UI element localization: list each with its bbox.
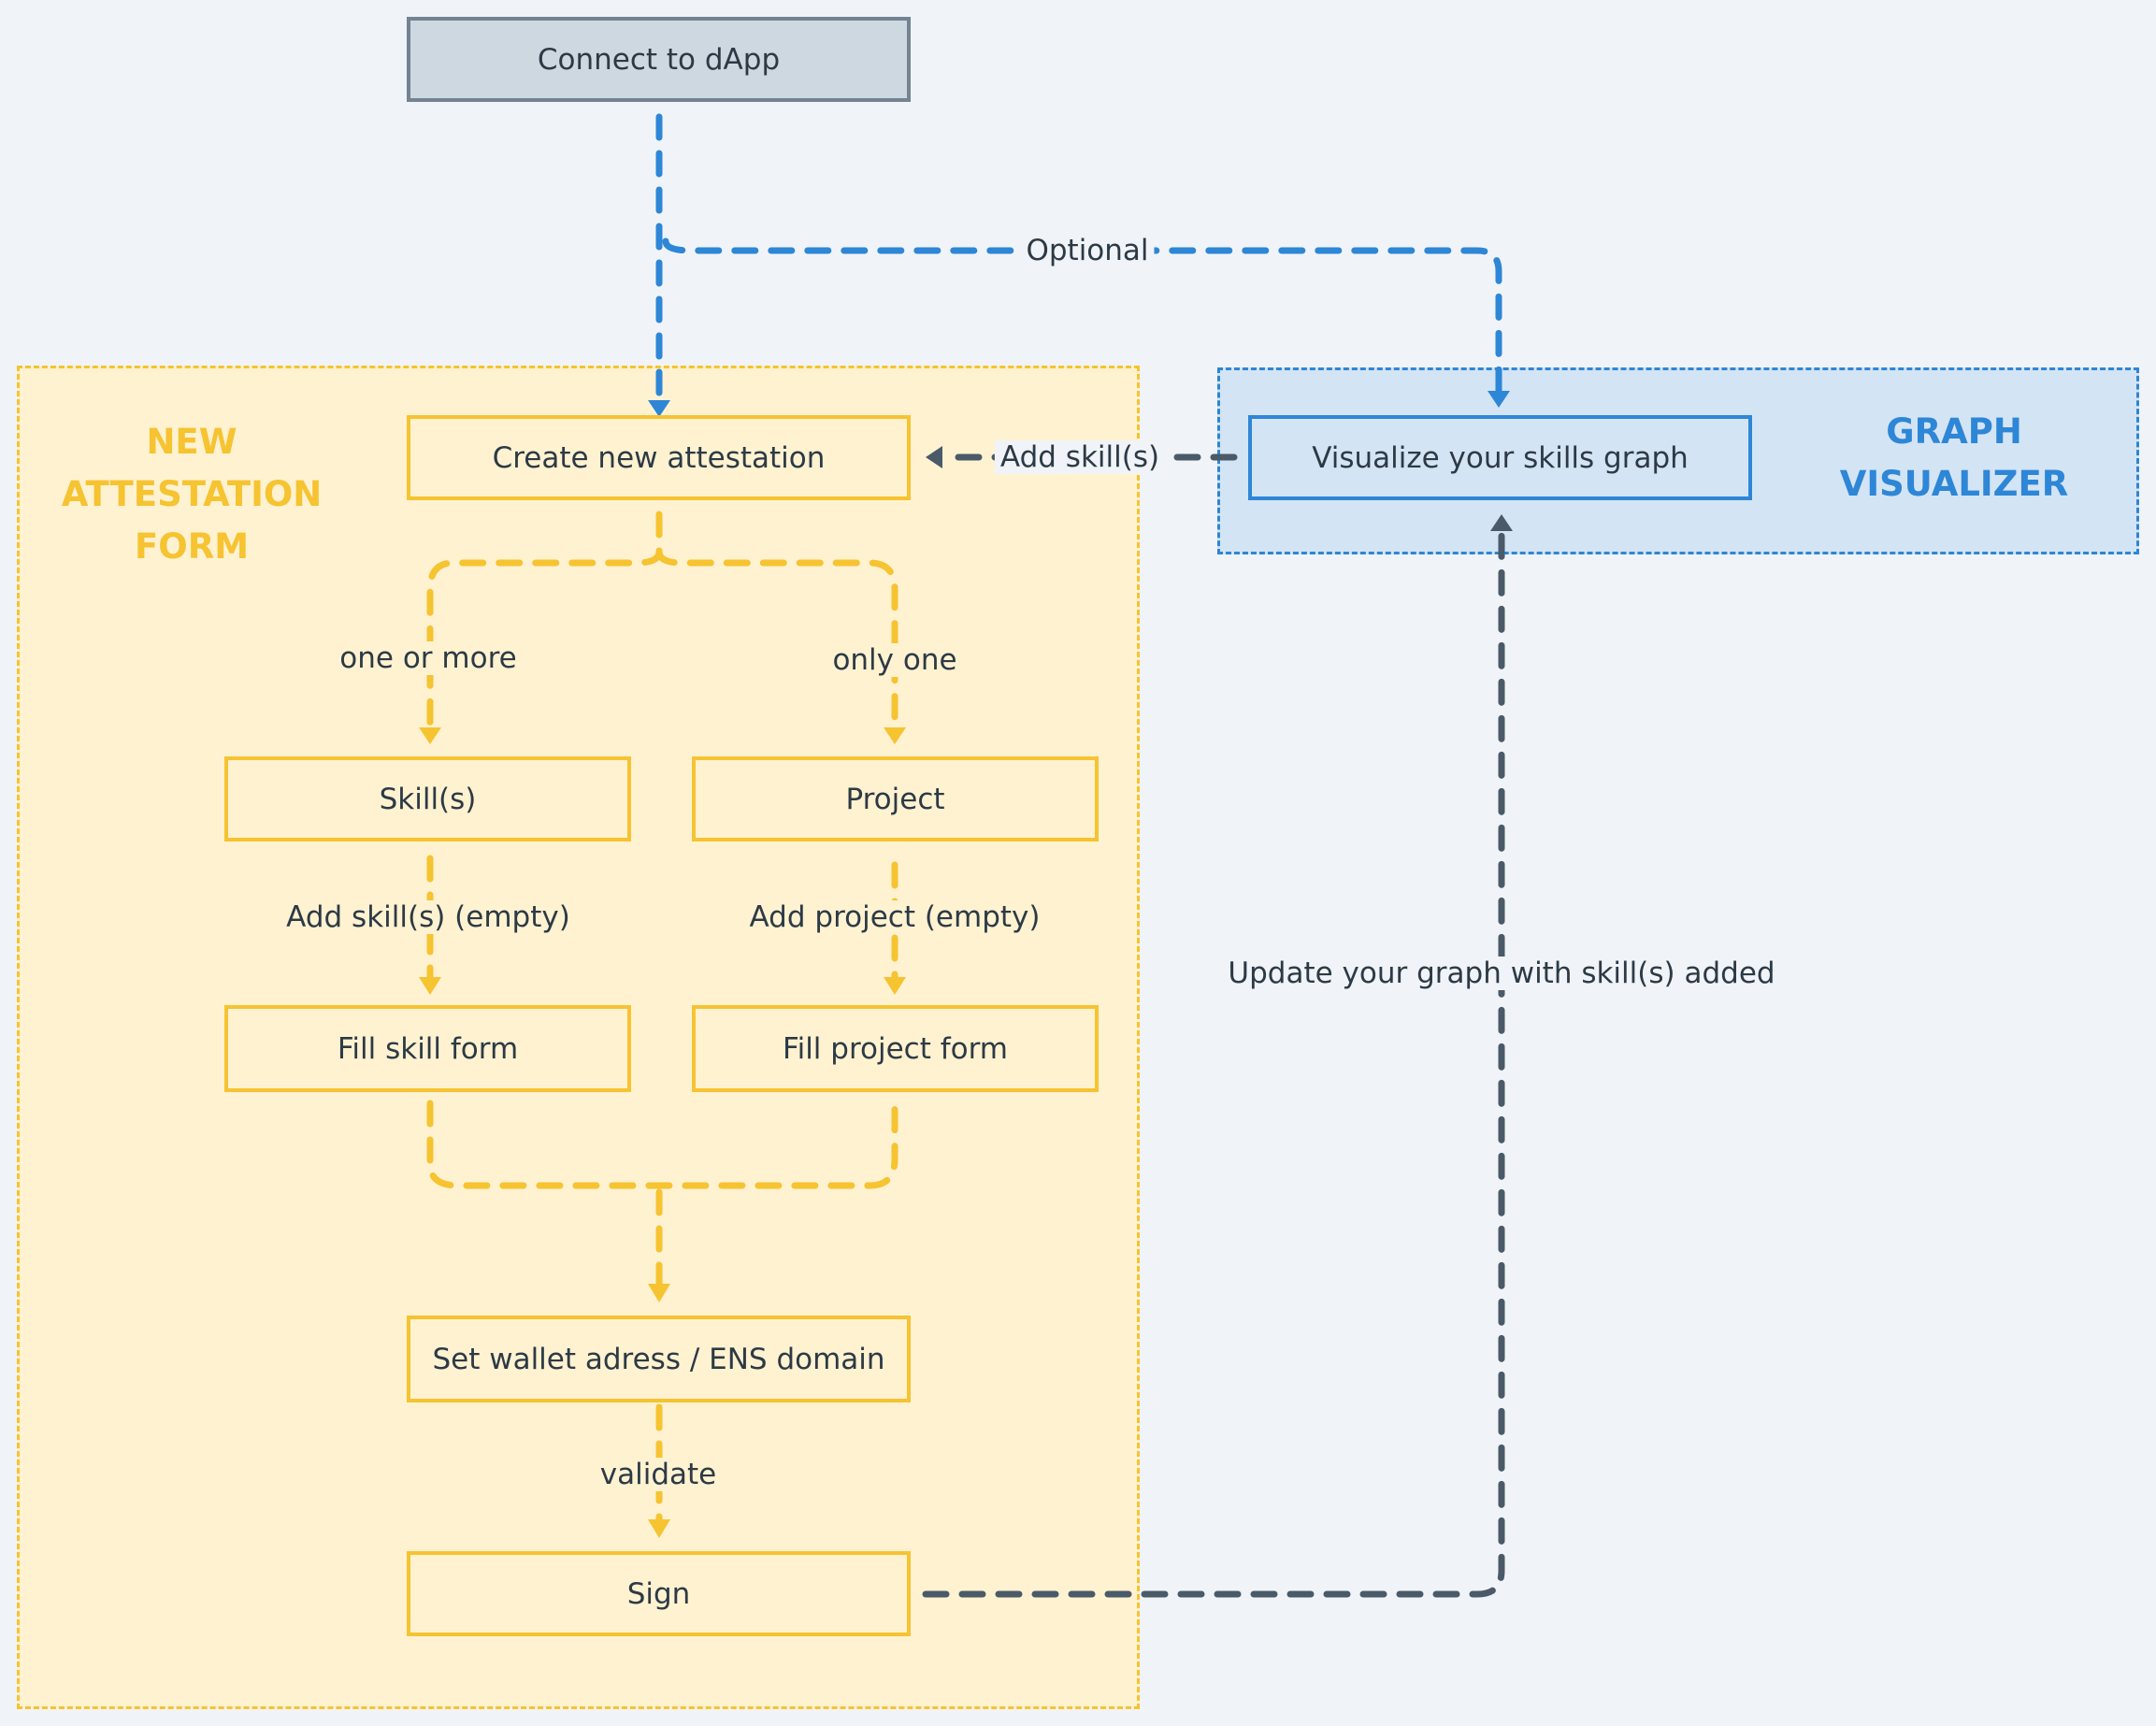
edge-label-update-graph: Update your graph with skill(s) added: [1222, 956, 1781, 990]
node-connect[interactable]: Connect to dApp: [407, 17, 911, 102]
edge-label-add-project-empty: Add project (empty): [743, 900, 1046, 934]
edge-label-add-skills: Add skill(s): [994, 440, 1166, 474]
edge-merge: [426, 1100, 898, 1294]
node-skills[interactable]: Skill(s): [224, 756, 631, 841]
arrowhead-sign: [648, 1519, 670, 1538]
edge-create-split: [426, 511, 898, 733]
node-sign[interactable]: Sign: [407, 1551, 911, 1636]
arrowhead-skills: [419, 727, 441, 744]
edge-label-only-one: only one: [826, 643, 963, 677]
arrowhead-visualize: [1488, 391, 1510, 408]
arrowhead-update: [1490, 514, 1513, 531]
node-project[interactable]: Project: [692, 756, 1099, 841]
edge-label-one-or-more: one or more: [334, 641, 523, 675]
edge-label-validate: validate: [594, 1458, 723, 1491]
arrowhead-fill-skill: [419, 977, 441, 995]
node-fill-skill-form[interactable]: Fill skill form: [224, 1005, 631, 1092]
node-create-attestation[interactable]: Create new attestation: [407, 415, 911, 500]
node-visualize-graph[interactable]: Visualize your skills graph: [1248, 415, 1752, 500]
edge-label-optional: Optional: [1020, 234, 1155, 267]
arrowhead-add-skills: [926, 446, 942, 468]
arrowhead-wallet: [648, 1284, 670, 1302]
arrowhead-fill-project: [884, 977, 906, 995]
node-fill-project-form[interactable]: Fill project form: [692, 1005, 1099, 1092]
arrowhead-project: [884, 727, 906, 744]
edge-label-add-skill-empty: Add skill(s) (empty): [280, 900, 576, 934]
node-wallet-ens[interactable]: Set wallet adress / ENS domain: [407, 1316, 911, 1402]
